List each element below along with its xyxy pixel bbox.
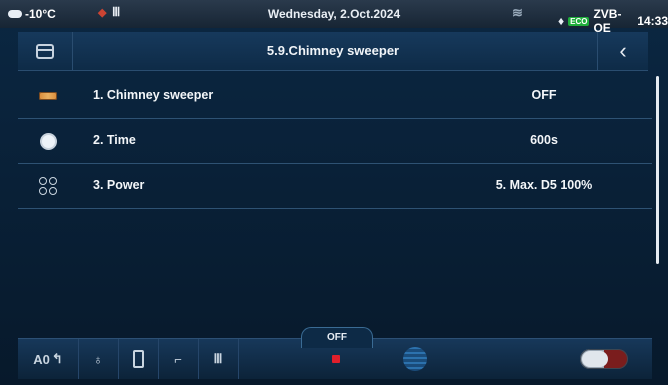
calendar-icon <box>36 43 54 59</box>
stop-icon <box>332 355 340 363</box>
row-value: OFF <box>531 88 557 102</box>
wifi-icon: ≋ <box>512 5 523 20</box>
settings-list: 1. Chimney sweeper OFF 2. Time 600s 3. P… <box>18 74 652 209</box>
stop-button[interactable] <box>318 339 354 379</box>
eco-badge: ECO <box>568 16 590 26</box>
calendar-button[interactable] <box>18 32 73 70</box>
row-value: 5. Max. D5 100% <box>495 178 593 192</box>
row-label: 2. Time <box>93 133 136 147</box>
screen: -10°C ◆ Ⅲ Wednesday, 2.Oct.2024 ≋ ♦ ECO … <box>0 0 668 385</box>
menu-row-power[interactable]: 3. Power 5. Max. D5 100% <box>18 164 652 209</box>
clock-icon <box>36 131 60 151</box>
back-button[interactable]: ‹ <box>597 32 648 70</box>
device-status: ♦ ECO ZVB-OE 14:33 <box>558 7 668 35</box>
menu-button[interactable] <box>390 339 440 379</box>
burner-icon <box>36 176 60 196</box>
mode-button[interactable]: A0 ↰ <box>18 339 79 379</box>
menu-row-time[interactable]: 2. Time 600s <box>18 119 652 164</box>
radiator-button[interactable]: Ⅲ <box>198 339 239 379</box>
row-label: 1. Chimney sweeper <box>93 88 214 102</box>
device-name: ZVB-OE <box>593 7 622 35</box>
tap-icon: ↰ <box>51 351 63 366</box>
faucet-icon: ⌐ <box>174 351 182 367</box>
row-value: 600s <box>530 133 558 147</box>
page-title: 5.9.Chimney sweeper <box>266 43 400 58</box>
tap-button[interactable]: ⌐ <box>158 339 199 379</box>
flame-icon: ♦ <box>558 14 565 28</box>
radiator-icon: Ⅲ <box>213 351 223 366</box>
chevron-left-icon: ‹ <box>619 38 627 63</box>
mode-label: A0 <box>33 351 50 367</box>
battery-button[interactable] <box>118 339 159 379</box>
title-bar: 5.9.Chimney sweeper ‹ <box>18 32 648 71</box>
row-label: 3. Power <box>93 178 145 192</box>
battery-icon <box>132 350 144 368</box>
boiler-icon <box>36 86 60 106</box>
status-bar: -10°C ◆ Ⅲ Wednesday, 2.Oct.2024 ≋ ♦ ECO … <box>0 0 668 35</box>
scrollbar[interactable] <box>656 76 659 264</box>
hot-water-button[interactable]: ♁ <box>78 339 119 379</box>
menu-lines-icon <box>403 347 427 371</box>
bottom-toolbar: A0 ↰ ♁ ⌐ Ⅲ OFF <box>18 327 652 379</box>
power-toggle[interactable] <box>580 349 628 369</box>
drop-icon: ♁ <box>93 351 103 367</box>
current-time: 14:33 <box>637 14 668 28</box>
menu-row-chimney-sweeper[interactable]: 1. Chimney sweeper OFF <box>18 74 652 119</box>
